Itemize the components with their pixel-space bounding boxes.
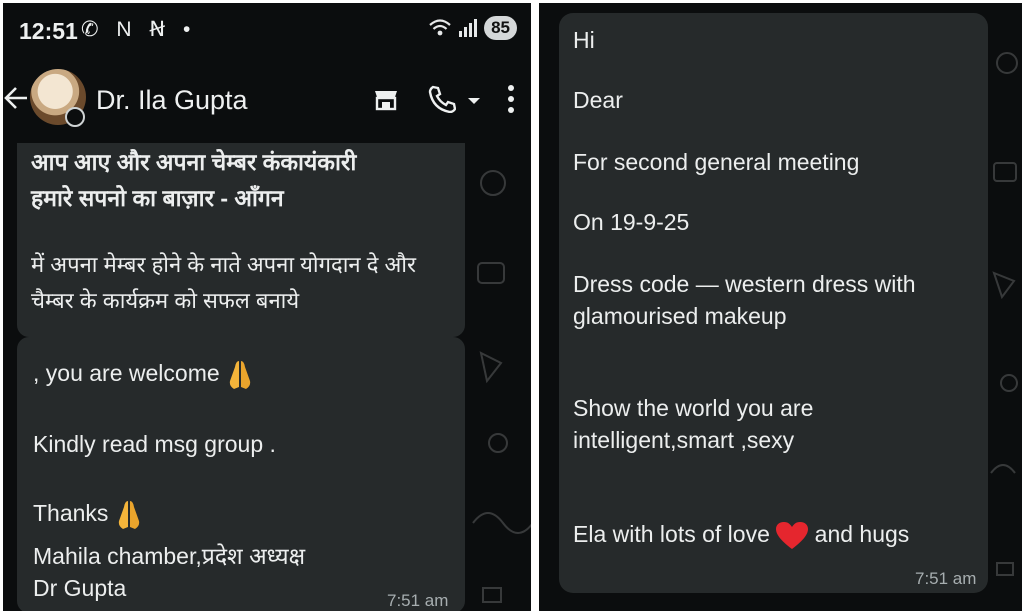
message-line: Hi: [573, 27, 595, 53]
folded-hands-emoji: [229, 361, 251, 389]
message-line: For second general meeting: [573, 149, 860, 175]
message-line: Dr Gupta: [33, 575, 127, 601]
message-line: Dear: [573, 87, 623, 113]
dropdown-icon: [468, 98, 480, 104]
message-line: आप आए और अपना चेम्बर कंकायंकारी: [31, 149, 357, 175]
voice-call-button[interactable]: [426, 83, 457, 118]
arrow-back-icon: [4, 87, 27, 109]
left-screenshot: 12:51 ✆ N Ꞥ • 85 Dr. Ila Gupta आप आए और …: [3, 3, 531, 611]
message-timestamp: 7:51 am: [387, 591, 449, 610]
message-bubble-invitation[interactable]: Hi Dear For second general meeting On 19…: [559, 13, 988, 593]
message-line: Ela with lots of love and hugs: [573, 521, 909, 550]
status-bar: 12:51 ✆ N Ꞥ • 85: [3, 3, 531, 61]
message-bubble-hindi[interactable]: आप आए और अपना चेम्बर कंकायंकारी हमारे सप…: [17, 131, 465, 337]
store-icon: [375, 91, 397, 111]
chat-header: Dr. Ila Gupta: [3, 61, 531, 143]
message-line: intelligent,smart ,sexy: [573, 427, 795, 453]
message-line: Thanks: [33, 499, 143, 531]
message-bubble-signature[interactable]: , you are welcome Kindly read msg group …: [17, 337, 465, 611]
call-options-dropdown[interactable]: [467, 93, 481, 111]
message-line: , you are welcome: [33, 359, 254, 391]
message-line: Dress code — western dress with: [573, 271, 916, 297]
message-line: चैम्बर के कार्यक्रम को सफल बनाये: [31, 288, 300, 313]
message-line: On 19-9-25: [573, 209, 690, 235]
system-icons: 85: [428, 16, 517, 40]
red-heart-emoji: [776, 521, 809, 549]
notification-icons: ✆ N Ꞥ •: [81, 18, 197, 41]
message-line: में अपना मेम्बर होने के नाते अपना योगदान…: [31, 252, 417, 277]
message-line: Mahila chamber,प्रदेश अध्यक्ष: [33, 543, 306, 569]
folded-hands-emoji: [118, 501, 139, 529]
more-vert-icon: [508, 85, 514, 113]
message-line: Kindly read msg group .: [33, 431, 276, 457]
battery-level: 85: [484, 16, 517, 40]
message-timestamp: 7:51 am: [915, 569, 977, 588]
phone-call-icon: [428, 85, 457, 114]
back-button[interactable]: [3, 83, 29, 118]
menu-button[interactable]: [505, 83, 517, 120]
message-line: glamourised makeup: [573, 303, 787, 329]
message-line: हमारे सपनो का बाज़ार - आँगन: [31, 185, 284, 211]
wifi-icon: [429, 19, 451, 36]
contact-name[interactable]: Dr. Ila Gupta: [96, 85, 248, 116]
catalog-button[interactable]: [371, 83, 401, 118]
signal-icon: [459, 19, 478, 37]
clock: 12:51: [19, 18, 78, 44]
status-ring-icon: [65, 107, 85, 127]
message-line: Show the world you are: [573, 395, 814, 421]
right-screenshot: Hi Dear For second general meeting On 19…: [539, 3, 1022, 611]
